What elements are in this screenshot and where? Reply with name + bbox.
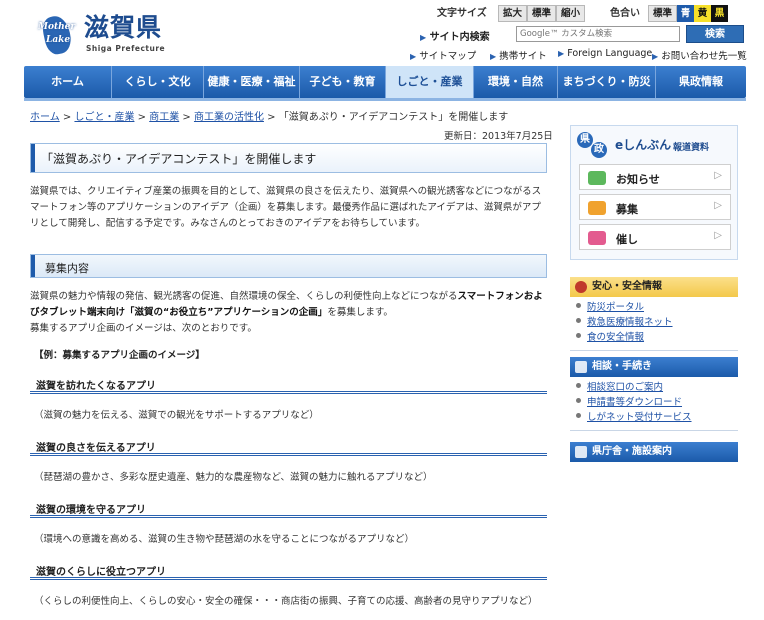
e-shinbun-title: eしんぶん — [615, 138, 672, 152]
util-link-sitemap[interactable]: ▶ サイトマップ — [410, 48, 476, 62]
text-size-reduce-button[interactable]: 縮小 — [556, 5, 586, 22]
breadcrumb-link-home[interactable]: ホーム — [30, 112, 60, 123]
e-shinbun-panel: 県 政 eしんぶん 報道資料 お知らせ ▷ 募集 ▷ 催し ▷ — [570, 125, 738, 260]
breadcrumb-current: 「滋賀あぷり・アイデアコンテスト」を開催します — [278, 112, 509, 123]
arrow-icon: ▶ — [410, 52, 417, 61]
example-note: （くらしの利便性向上、くらしの安心・安全の確保・・・商店街の振興、子育ての応援、… — [34, 596, 538, 607]
arrow-icon: ▶ — [420, 33, 427, 42]
chevron-right-icon: ▷ — [714, 200, 722, 211]
chat-bubble-icon — [588, 171, 606, 185]
ken-badge: 県 — [577, 132, 593, 148]
example-note: （滋賀の魅力を伝える、滋賀での観光をサポートするアプリなど） — [34, 410, 319, 421]
heart-icon — [575, 281, 587, 293]
color-black-button[interactable]: 黒 — [711, 5, 729, 22]
safety-links: 防災ポータル 救急医療情報ネット 食の安全情報 — [576, 300, 738, 345]
nav-item-environment[interactable]: 環境・自然 — [474, 66, 558, 98]
sidebar-divider — [570, 350, 738, 351]
color-scheme-label: 色合い — [610, 8, 640, 19]
global-nav: ホーム くらし・文化 健康・医療・福祉 子ども・教育 しごと・産業 環境・自然 … — [24, 66, 746, 98]
color-blue-button[interactable]: 青 — [677, 5, 695, 22]
nav-item-living-culture[interactable]: くらし・文化 — [112, 66, 204, 98]
example-heading: 【例：募集するアプリ企画のイメージ】 — [34, 350, 205, 361]
util-link-mobile[interactable]: ▶ 携帯サイト — [490, 48, 547, 62]
nav-item-town-disaster[interactable]: まちづくり・防災 — [558, 66, 656, 98]
safety-info-heading: 安心・安全情報 — [570, 277, 738, 297]
section-heading: 募集内容 — [30, 254, 547, 278]
logo-name: 滋賀県 — [84, 13, 163, 42]
section-paragraph: 滋賀県の魅力や情報の発信、観光誘客の促進、自然環境の保全、くらしの利便性向上など… — [30, 291, 543, 318]
breadcrumb: ホーム > しごと・産業 > 商工業 > 商工業の活性化 > 「滋賀あぷり・アイ… — [30, 112, 509, 123]
sidebar-divider — [570, 430, 738, 431]
text-size-label: 文字サイズ — [437, 8, 487, 19]
building-icon — [575, 446, 587, 458]
sidebar-link[interactable]: 相談窓口のご案内 — [576, 380, 738, 395]
example-note: （琵琶湖の豊かさ、多彩な歴史遺産、魅力的な農産物など、滋賀の魅力に触れるアプリな… — [34, 472, 433, 483]
sidebar-link[interactable]: 申請書等ダウンロード — [576, 395, 738, 410]
sidebar-link[interactable]: しがネット受付サービス — [576, 410, 738, 425]
facilities-heading[interactable]: 県庁舎・施設案内 — [570, 442, 738, 462]
section-paragraph-2: 募集するアプリ企画のイメージは、次のとおりです。 — [30, 323, 257, 334]
sidebar-link[interactable]: 食の安全情報 — [576, 330, 738, 345]
color-standard-button[interactable]: 標準 — [648, 5, 678, 22]
sidebar-link[interactable]: 救急医療情報ネット — [576, 315, 738, 330]
updated-date: 更新日：2013年7月25日 — [444, 131, 553, 142]
sidebar-link[interactable]: 防災ポータル — [576, 300, 738, 315]
sei-badge: 政 — [591, 142, 607, 158]
logo-mark-text: Mother — [38, 22, 76, 32]
color-yellow-button[interactable]: 黄 — [694, 5, 712, 22]
page-title-box: 「滋賀あぷり・アイデアコンテスト」を開催します — [30, 143, 547, 173]
example-note: （環境への意識を高める、滋賀の生き物や琵琶湖の水を守ることにつながるアプリなど） — [34, 534, 415, 545]
news-button-notices[interactable]: お知らせ ▷ — [579, 164, 731, 190]
example-title: 滋賀の良さを伝えるアプリ — [30, 436, 547, 456]
arrow-icon: ▶ — [490, 52, 497, 61]
nav-item-work-industry[interactable]: しごと・産業 — [386, 66, 474, 98]
example-title: 滋賀のくらしに役立つアプリ — [30, 560, 547, 580]
chevron-right-icon: ▷ — [714, 170, 722, 181]
example-title: 滋賀を訪れたくなるアプリ — [30, 374, 547, 394]
chevron-right-icon: ▷ — [714, 230, 722, 241]
mother-lake-logo-mark: Mother Lake — [38, 13, 84, 57]
news-button-recruitment[interactable]: 募集 ▷ — [579, 194, 731, 220]
section-heading-text: 募集内容 — [45, 262, 89, 275]
camera-icon — [588, 231, 606, 245]
site-search-label: ▶ サイト内検索 — [420, 32, 490, 43]
nav-divider — [24, 98, 746, 101]
document-icon — [575, 361, 587, 373]
arrow-icon: ▶ — [652, 52, 659, 61]
consultation-links: 相談窓口のご案内 申請書等ダウンロード しがネット受付サービス — [576, 380, 738, 425]
logo-mark-text: Lake — [46, 35, 71, 45]
example-title: 滋賀の環境を守るアプリ — [30, 498, 547, 518]
text-size-enlarge-button[interactable]: 拡大 — [498, 5, 528, 22]
logo-subtitle: Shiga Prefecture — [86, 44, 166, 53]
nav-item-children-education[interactable]: 子ども・教育 — [300, 66, 386, 98]
megaphone-icon — [588, 201, 606, 215]
site-search-input[interactable] — [516, 26, 680, 42]
breadcrumb-link-commerce[interactable]: 商工業 — [149, 112, 179, 123]
util-link-foreign-language[interactable]: ▶ Foreign Language — [558, 48, 652, 59]
press-release-label: 報道資料 — [673, 143, 710, 153]
search-button[interactable]: 検索 — [686, 25, 744, 43]
nav-item-health-welfare[interactable]: 健康・医療・福祉 — [204, 66, 300, 98]
consultation-heading: 相談・手続き — [570, 357, 738, 377]
intro-paragraph: 滋賀県では、クリエイティブ産業の振興を目的として、滋賀県の良さを伝えたり、滋賀県… — [30, 186, 542, 229]
breadcrumb-link-activation[interactable]: 商工業の活性化 — [194, 112, 264, 123]
page-title: 「滋賀あぷり・アイデアコンテスト」を開催します — [41, 152, 317, 166]
site-logo[interactable]: Mother Lake 滋賀県 Shiga Prefecture — [38, 6, 178, 58]
text-size-standard-button[interactable]: 標準 — [527, 5, 557, 22]
nav-item-prefectural-info[interactable]: 県政情報 — [656, 66, 746, 98]
arrow-icon: ▶ — [558, 49, 565, 58]
util-link-contacts[interactable]: ▶ お問い合わせ先一覧 — [652, 48, 747, 62]
news-button-events[interactable]: 催し ▷ — [579, 224, 731, 250]
breadcrumb-link-work[interactable]: しごと・産業 — [74, 112, 134, 123]
e-shinbun-header: 県 政 eしんぶん 報道資料 — [575, 130, 735, 160]
nav-item-home[interactable]: ホーム — [24, 66, 112, 98]
